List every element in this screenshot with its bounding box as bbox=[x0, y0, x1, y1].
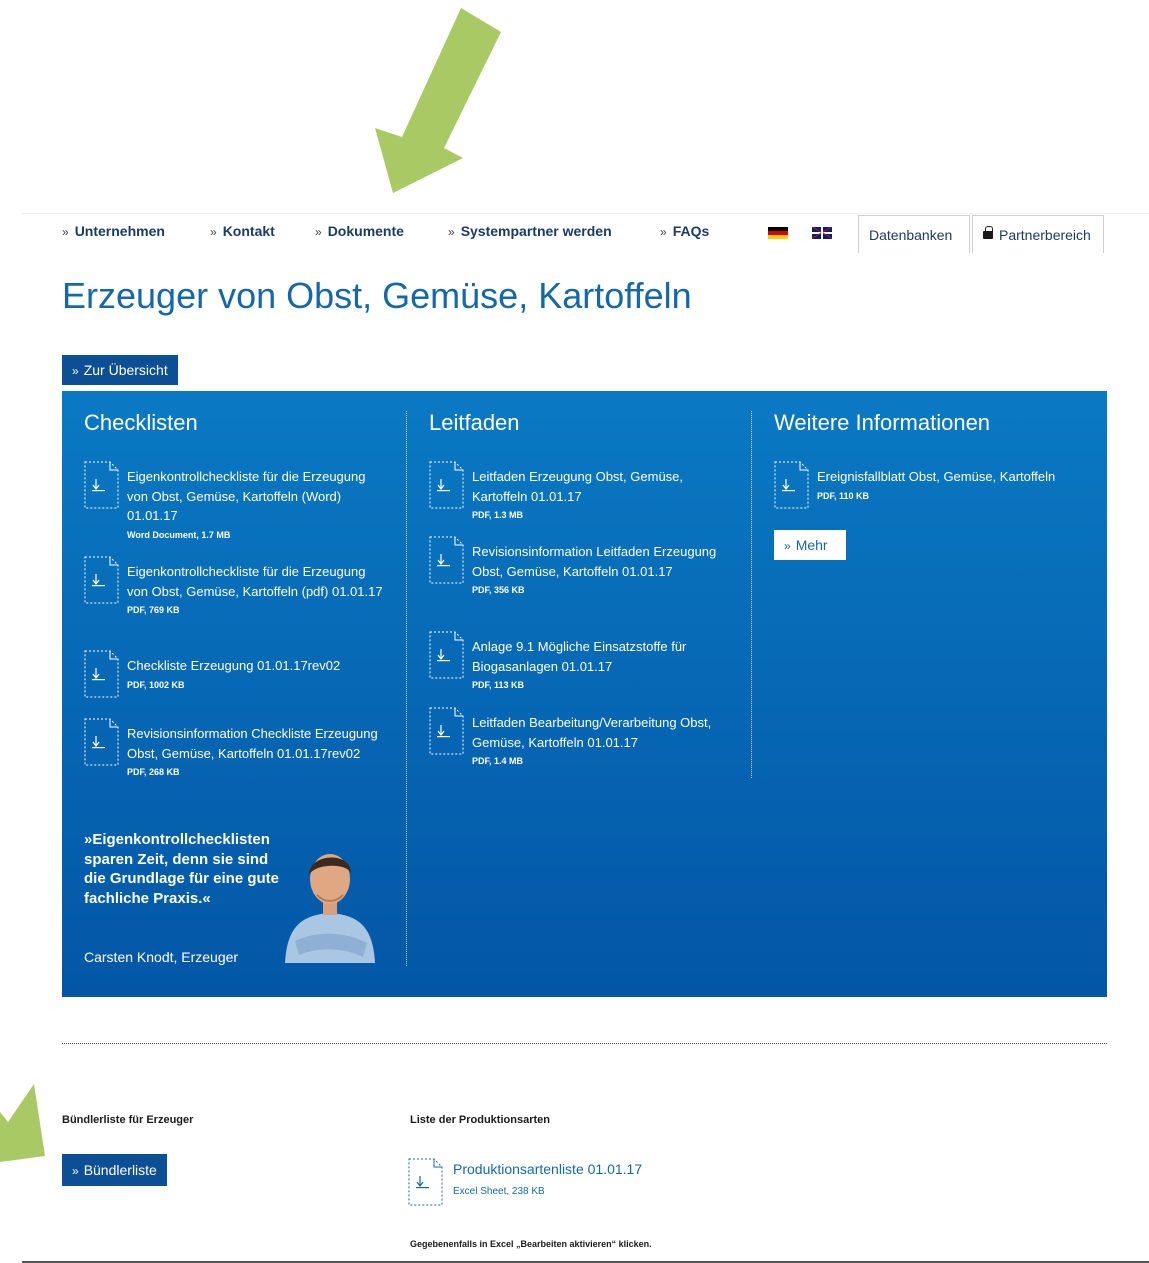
chevron-right-icon: » bbox=[660, 225, 667, 239]
nav-item-kontakt[interactable]: » Kontakt bbox=[210, 223, 275, 239]
guides-heading: Leitfaden bbox=[429, 410, 520, 435]
download-link[interactable]: Eigenkontrollcheckliste für die Erzeugun… bbox=[127, 467, 385, 541]
chevron-right-icon: » bbox=[315, 225, 322, 239]
uk-flag-icon[interactable] bbox=[812, 227, 832, 239]
file-meta: PDF, 356 KB bbox=[472, 585, 525, 595]
tab-datenbanken[interactable]: Datenbanken bbox=[858, 215, 970, 253]
testimonial-quote: »Eigenkontrollchecklisten sparen Zeit, d… bbox=[84, 831, 280, 907]
download-link[interactable]: Ereignisfallblatt Obst, Gemüse, Kartoffe… bbox=[817, 467, 1075, 502]
chevron-right-icon: » bbox=[448, 225, 455, 239]
download-link[interactable]: Leitfaden Erzeugung Obst, Gemüse, Kartof… bbox=[472, 467, 730, 521]
column-divider bbox=[751, 411, 752, 778]
page-title: Erzeuger von Obst, Gemüse, Kartoffeln bbox=[62, 275, 692, 316]
nav-item-systempartner[interactable]: » Systempartner werden bbox=[448, 223, 612, 239]
checklists-heading: Checklisten bbox=[84, 410, 198, 435]
de-flag-icon[interactable] bbox=[768, 227, 788, 239]
download-document-icon bbox=[84, 650, 119, 698]
more-info-heading: Weitere Informationen bbox=[774, 410, 991, 435]
file-meta: PDF, 1002 KB bbox=[127, 679, 185, 690]
bundler-list-button[interactable]: » Bündlerliste bbox=[62, 1154, 167, 1186]
download-item[interactable]: Produktionsartenliste 01.01.17 Excel She… bbox=[408, 1158, 708, 1208]
file-meta: Excel Sheet, 238 KB bbox=[453, 1186, 545, 1197]
download-document-icon bbox=[429, 461, 464, 509]
download-document-icon bbox=[84, 718, 119, 766]
top-navigation: » Unternehmen » Kontakt » Dokumente » System… bbox=[22, 213, 1149, 253]
nav-item-unternehmen[interactable]: » Unternehmen bbox=[62, 223, 165, 239]
bundler-section-title: Bündlerliste für Erzeuger bbox=[62, 1114, 194, 1126]
file-meta: PDF, 1.4 MB bbox=[472, 756, 524, 766]
overview-button[interactable]: » Zur Übersicht bbox=[62, 355, 178, 385]
download-document-icon bbox=[429, 631, 464, 679]
download-document-icon bbox=[408, 1158, 443, 1206]
file-meta: PDF, 113 KB bbox=[472, 680, 525, 690]
annotation-arrow-down bbox=[375, 8, 501, 193]
excel-hint: Gegebenenfalls in Excel „Bearbeiten akti… bbox=[410, 1239, 652, 1249]
file-meta: PDF, 769 KB bbox=[127, 605, 180, 615]
download-document-icon bbox=[84, 461, 119, 509]
download-link[interactable]: Eigenkontrollcheckliste für die Erzeugun… bbox=[127, 562, 385, 616]
download-link[interactable]: Leitfaden Bearbeitung/Verarbeitung Obst,… bbox=[472, 713, 730, 767]
download-document-icon bbox=[429, 536, 464, 584]
chevron-right-icon: » bbox=[210, 225, 217, 239]
chevron-right-icon: » bbox=[72, 364, 79, 378]
annotation-arrow-left bbox=[0, 1084, 45, 1162]
downloads-panel: Checklisten Eigenkontrollcheckliste für … bbox=[62, 391, 1107, 997]
tab-partnerbereich[interactable]: Partnerbereich bbox=[972, 215, 1104, 253]
download-document-icon bbox=[429, 707, 464, 755]
production-section-title: Liste der Produktionsarten bbox=[410, 1114, 550, 1126]
chevron-right-icon: » bbox=[62, 225, 69, 239]
download-link[interactable]: Revisionsinformation Leitfaden Erzeugung… bbox=[472, 542, 730, 596]
download-link[interactable]: Anlage 9.1 Mögliche Einsatzstoffe für Bi… bbox=[472, 637, 730, 691]
download-link[interactable]: Produktionsartenliste 01.01.17 bbox=[453, 1161, 642, 1177]
nav-item-dokumente[interactable]: » Dokumente bbox=[315, 223, 404, 239]
column-divider bbox=[406, 411, 407, 966]
download-link[interactable]: Checkliste Erzeugung 01.01.17rev02 PDF, 1… bbox=[127, 656, 385, 691]
person-portrait bbox=[285, 854, 375, 963]
file-meta: PDF, 110 KB bbox=[817, 490, 870, 501]
download-link[interactable]: Revisionsinformation Checkliste Erzeugun… bbox=[127, 724, 385, 778]
file-meta: Word Document, 1.7 MB bbox=[127, 529, 231, 540]
download-document-icon bbox=[774, 461, 809, 509]
more-button[interactable]: » Mehr bbox=[774, 530, 846, 560]
chevron-right-icon: » bbox=[784, 539, 791, 553]
download-document-icon bbox=[84, 556, 119, 604]
lock-icon bbox=[983, 226, 993, 239]
file-meta: PDF, 1.3 MB bbox=[472, 510, 524, 520]
chevron-right-icon: » bbox=[72, 1164, 79, 1178]
nav-item-faqs[interactable]: » FAQs bbox=[660, 223, 709, 239]
testimonial-author: Carsten Knodt, Erzeuger bbox=[84, 949, 239, 965]
file-meta: PDF, 268 KB bbox=[127, 767, 180, 777]
section-divider bbox=[62, 1043, 1107, 1044]
